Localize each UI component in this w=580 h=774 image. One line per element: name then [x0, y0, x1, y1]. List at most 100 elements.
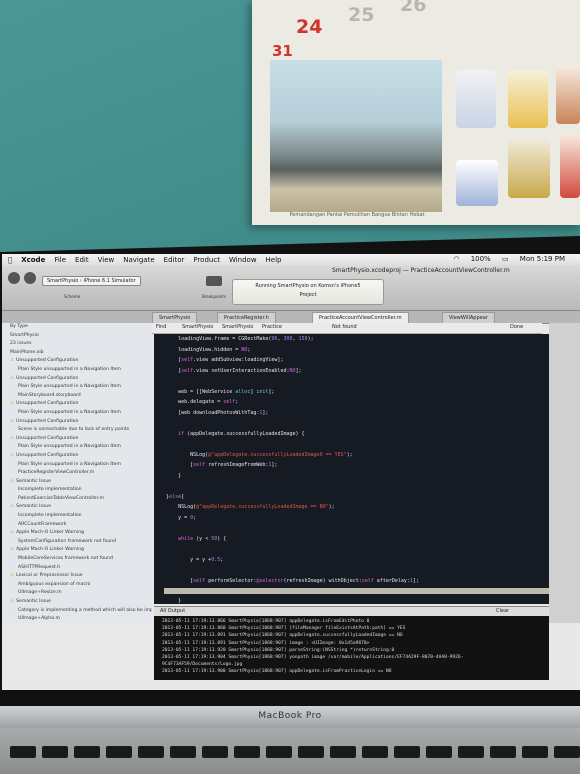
find-done-button[interactable]: Done	[510, 324, 523, 330]
navigator-row[interactable]: UIImage+Alpha.m	[2, 615, 152, 623]
menu-item[interactable]: View	[98, 256, 115, 264]
keyboard-key	[202, 746, 228, 758]
console-line: 9C4F73AF59/Documents/Logo.jpg	[162, 662, 243, 668]
calendar-products	[450, 60, 580, 220]
issue-navigator: By Type SmartPhysio 23 issues MainPhone.xib…	[2, 323, 152, 623]
issue-warning-row[interactable]: Unsupported Configuration	[2, 452, 152, 461]
jumpbar-item[interactable]: Practice	[262, 324, 282, 330]
keyboard-key	[362, 746, 388, 758]
issue-warning-row[interactable]: Lexical or Preprocessor Issue	[2, 572, 152, 581]
laptop-brand: MacBook Pro	[0, 706, 580, 728]
wifi-icon[interactable]: ◠	[453, 255, 459, 263]
navigator-row[interactable]: Plain Style unsupported in a Navigation …	[2, 366, 152, 375]
issue-warning-row[interactable]: Unsupported Configuration	[2, 375, 152, 384]
code-line: NSLog(@"appDelegate.successfullyLoadedIm…	[154, 504, 335, 510]
code-line: [self performSelector:@selector(refreshI…	[154, 577, 419, 584]
calendar-photo	[270, 60, 442, 212]
menubar-status: ◠ 100% ▭ Mon 5:19 PM	[453, 255, 574, 263]
keyboard-key	[106, 746, 132, 758]
code-editor[interactable]: loadingView.frame = CGRectMake(90, 300, …	[154, 334, 549, 604]
breakpoints-button[interactable]	[206, 276, 222, 286]
console-filter[interactable]: All Output	[160, 608, 185, 614]
battery-percent[interactable]: 100%	[471, 255, 491, 263]
console-line: 2013-05-11 17:19:13.920 SmartPhysio[1868…	[162, 647, 395, 653]
menu-item[interactable]: Xcode	[21, 256, 45, 264]
product-can	[560, 134, 580, 198]
stop-button[interactable]	[24, 272, 36, 284]
menubar-clock[interactable]: Mon 5:19 PM	[520, 255, 565, 263]
navigator-row[interactable]: Scene is unreachable due to lack of entr…	[2, 426, 152, 435]
navigator-row[interactable]: Incomplete implementation	[2, 486, 152, 495]
issue-warning-row[interactable]: Apple Mach-O Linker Warning	[2, 546, 152, 555]
find-field[interactable]: Find	[156, 324, 166, 330]
code-line: y = y +0.5;	[154, 556, 224, 563]
navigator-row[interactable]: MobileCoreServices framework not found	[2, 555, 152, 564]
menu-item[interactable]: Window	[229, 256, 257, 264]
menu-item[interactable]: Editor	[164, 256, 185, 264]
code-line: web.delegate = self;	[154, 399, 239, 405]
code-line: }	[154, 472, 182, 479]
issue-warning-row[interactable]: Unsupported Configuration	[2, 357, 152, 366]
navigator-row[interactable]: UIImage+Resize.m	[2, 589, 152, 598]
issue-warning-row[interactable]: Semantic Issue	[2, 503, 152, 512]
navigator-row[interactable]: Category is implementing a method which …	[2, 607, 152, 616]
navigator-row[interactable]: 23 issues	[2, 340, 152, 349]
navigator-row[interactable]: Ambiguous expansion of macro	[2, 581, 152, 590]
navigator-row[interactable]: Plain Style unsupported in a Navigation …	[2, 443, 152, 452]
navigator-row[interactable]: PatientExerciseTableViewController.m	[2, 495, 152, 504]
keyboard-key	[394, 746, 420, 758]
issue-warning-row[interactable]: Apple Mach-O Linker Warning	[2, 529, 152, 538]
scheme-selector[interactable]: SmartPhysio › iPhone 6.1 Simulator	[42, 276, 141, 286]
product-can	[456, 160, 498, 206]
photo-scene: 24 25 26 31 Pemandangan Pantai Pemulihan…	[0, 0, 580, 774]
menu-item[interactable]: Help	[266, 256, 282, 264]
menu-item[interactable]: File	[54, 256, 66, 264]
macbook-laptop:  Xcode File Edit View Navigate Editor P…	[0, 236, 580, 774]
run-button[interactable]	[8, 272, 20, 284]
jump-bar: Find SmartPhysio SmartPhysio Practice No…	[152, 323, 542, 334]
issue-warning-row[interactable]: Unsupported Configuration	[2, 435, 152, 444]
menu-item[interactable]: Edit	[75, 256, 89, 264]
issue-warning-row[interactable]: Semantic Issue	[2, 598, 152, 607]
issue-warning-row[interactable]: Unsupported Configuration	[2, 400, 152, 409]
tab-smartphysio[interactable]: SmartPhysio	[152, 312, 198, 323]
find-result: Not found	[332, 324, 357, 330]
code-line: y = 0;	[154, 514, 197, 521]
keyboard-key	[330, 746, 356, 758]
apple-menu-icon[interactable]: 	[8, 256, 12, 264]
menu-item[interactable]: Navigate	[123, 256, 154, 264]
mac-menubar:  Xcode File Edit View Navigate Editor P…	[2, 254, 580, 266]
navigator-row[interactable]: By Type	[2, 323, 152, 332]
calendar-photo-caption: Pemandangan Pantai Pemulihan Bangsa Bint…	[289, 212, 425, 218]
debug-console[interactable]: 2013-05-11 17:19:13.866 SmartPhysio[1868…	[154, 616, 549, 680]
keyboard-key	[490, 746, 516, 758]
product-can	[508, 140, 550, 198]
navigator-row[interactable]: SmartPhysio	[2, 332, 152, 341]
navigator-row[interactable]: Plain Style unsupported in a Navigation …	[2, 409, 152, 418]
code-line: loadingView.frame = CGRectMake(90, 300, …	[154, 336, 314, 342]
console-clear-button[interactable]: Clear	[496, 608, 509, 614]
tab-practiceregister[interactable]: PracticeRegister.h	[217, 312, 276, 323]
navigator-row[interactable]: ASIHTTPRequest.h	[2, 564, 152, 573]
navigator-row[interactable]: PracticeRegisterViewController.m	[2, 469, 152, 478]
navigator-row[interactable]: ARCCountFramework	[2, 521, 152, 530]
product-can	[508, 70, 548, 128]
jumpbar-item[interactable]: SmartPhysio	[182, 324, 213, 330]
calendar-day: 31	[272, 42, 293, 60]
console-line: 2013-05-11 17:19:13.904 SmartPhysio[1868…	[162, 654, 464, 660]
menu-item[interactable]: Product	[193, 256, 220, 264]
tab-practiceaccount[interactable]: PracticeAccountViewController.m	[312, 312, 409, 323]
tab-viewwillappear[interactable]: ViewWillAppear	[442, 312, 495, 323]
issue-warning-row[interactable]: Semantic Issue	[2, 478, 152, 487]
jumpbar-item[interactable]: SmartPhysio	[222, 324, 253, 330]
navigator-row[interactable]: Plain Style unsupported in a Navigation …	[2, 383, 152, 392]
navigator-row[interactable]: Plain Style unsupported in a Navigation …	[2, 461, 152, 470]
navigator-row[interactable]: MainStoryboard.storyboard	[2, 392, 152, 401]
code-line: [self.view addSubview:loadingView];	[154, 357, 284, 363]
navigator-row[interactable]: Incomplete implementation	[2, 512, 152, 521]
navigator-row[interactable]: SystemConfiguration framework not found	[2, 538, 152, 547]
issue-warning-row[interactable]: Unsupported Configuration	[2, 418, 152, 427]
navigator-row[interactable]: MainPhone.xib	[2, 349, 152, 358]
